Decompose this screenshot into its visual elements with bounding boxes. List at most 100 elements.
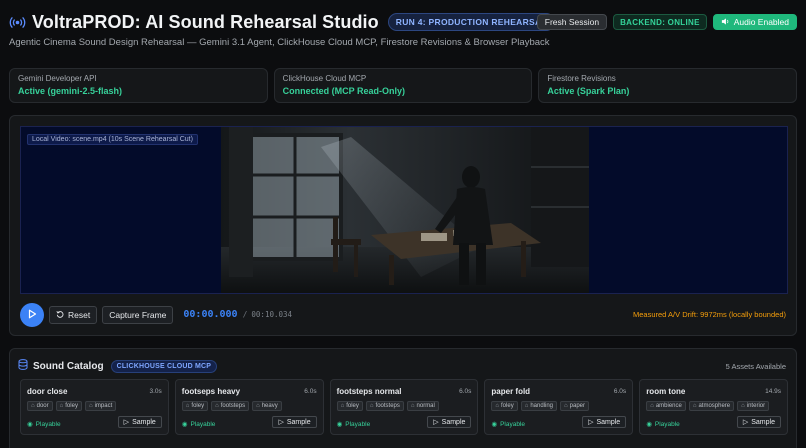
asset-duration: 14.9s <box>765 388 781 395</box>
play-icon: ▷ <box>278 419 284 426</box>
catalog-title: Sound Catalog <box>33 360 104 372</box>
status-card-gemini: Gemini Developer API Active (gemini-2.5-… <box>9 68 268 103</box>
asset-count: 5 Assets Available <box>725 361 786 371</box>
asset-tags: ⌂ foley ⌂ handling ⌂ paper <box>491 401 589 411</box>
asset-status: ◉ Playable <box>27 420 61 429</box>
tag-label: foley <box>191 403 205 409</box>
asset-name: footseps heavy <box>181 387 241 396</box>
tag: ⌂ atmosphere <box>688 401 735 411</box>
capture-frame-button[interactable]: Capture Frame <box>102 305 174 324</box>
status-value: Active (gemini-2.5-flash) <box>18 86 123 96</box>
asset-duration: 6.0s <box>613 388 627 395</box>
tag: ⌂ footsteps <box>211 401 250 411</box>
fresh-session-button[interactable]: Fresh Session <box>536 14 608 30</box>
tag: ⌂ impact <box>84 401 117 411</box>
backend-status-badge: BACKEND: ONLINE <box>613 14 707 30</box>
av-drift-readout: Measured A/V Drift: 9972ms (locally boun… <box>633 310 786 319</box>
check-circle-icon: ◉ <box>336 421 343 428</box>
tag: ⌂ paper <box>560 401 589 411</box>
tag-label: paper <box>569 403 585 409</box>
asset-tags: ⌂ foley ⌂ footsteps ⌂ normal <box>336 401 439 411</box>
tag-icon: ⌂ <box>524 403 529 409</box>
tag-icon: ⌂ <box>564 403 568 409</box>
tag: ⌂ foley <box>55 401 82 411</box>
tag-icon: ⌂ <box>741 403 745 409</box>
tag: ⌂ footsteps <box>365 401 404 411</box>
asset-card: door close 3.0s ⌂ door ⌂ foley ⌂ impact ◉ Pl… <box>20 379 169 435</box>
sample-label: Sample <box>441 418 466 426</box>
run-badge: RUN 4: PRODUCTION REHEARSAL <box>387 13 555 31</box>
asset-name: paper fold <box>491 387 531 396</box>
asset-card: paper fold 6.0s ⌂ foley ⌂ handling ⌂ paper … <box>484 379 634 435</box>
sample-button[interactable]: ▷ Sample <box>736 416 781 428</box>
play-icon <box>27 306 37 324</box>
tag-label: atmosphere <box>698 403 731 409</box>
sample-label: Sample <box>751 418 775 426</box>
tag: ⌂ heavy <box>252 401 282 411</box>
tag: ⌂ interior <box>737 401 770 411</box>
asset-duration: 6.0s <box>304 388 317 395</box>
asset-name: door close <box>27 387 68 396</box>
status-label: Gemini Developer API <box>18 74 97 83</box>
video-player-panel: Local Video: scene.mp4 (10s Scene Rehear… <box>9 115 797 336</box>
reset-button[interactable]: Reset <box>49 305 98 324</box>
tag-icon: ⌂ <box>31 403 35 409</box>
tag-icon: ⌂ <box>88 403 93 409</box>
tag-label: foley <box>346 403 359 409</box>
tag: ⌂ handling <box>520 401 558 411</box>
tag-icon: ⌂ <box>692 403 697 409</box>
asset-card: footseps heavy 6.0s ⌂ foley ⌂ footsteps ⌂ h… <box>174 379 324 435</box>
video-source-label: Local Video: scene.mp4 (10s Scene Rehear… <box>27 134 198 145</box>
audio-enabled-button[interactable]: Audio Enabled <box>712 14 797 30</box>
current-time: 00:00.000 <box>183 309 238 320</box>
check-circle-icon: ◉ <box>181 421 188 428</box>
asset-name: room tone <box>646 387 686 396</box>
asset-status-label: Playable <box>190 420 216 428</box>
asset-tags: ⌂ foley ⌂ footsteps ⌂ heavy <box>181 401 282 411</box>
tag: ⌂ foley <box>336 401 363 411</box>
asset-status-label: Playable <box>35 420 61 428</box>
asset-name: footsteps normal <box>336 387 402 396</box>
player-controls: Reset Capture Frame 00:00.000 / 00:10.03… <box>20 302 788 327</box>
sample-button[interactable]: ▷ Sample <box>117 416 162 428</box>
asset-status: ◉ Playable <box>336 420 371 429</box>
app-header: VoltraPROD: AI Sound Rehearsal Studio RU… <box>9 11 797 33</box>
video-viewport[interactable]: Local Video: scene.mp4 (10s Scene Rehear… <box>20 126 788 294</box>
tag-icon: ⌂ <box>340 403 345 409</box>
status-value: Connected (MCP Read-Only) <box>282 86 406 96</box>
broadcast-icon <box>9 14 26 31</box>
tag: ⌂ normal <box>406 401 439 411</box>
tag-label: interior <box>746 403 766 409</box>
header-actions: Fresh Session BACKEND: ONLINE Audio Enab… <box>536 14 797 30</box>
tag-label: footsteps <box>375 403 400 409</box>
tag-label: footsteps <box>220 403 246 409</box>
sample-button[interactable]: ▷ Sample <box>582 416 627 428</box>
asset-status: ◉ Playable <box>491 420 525 429</box>
reset-label: Reset <box>68 309 91 320</box>
tag-label: door <box>36 403 49 409</box>
catalog-source-badge: CLICKHOUSE CLOUD MCP <box>110 359 218 373</box>
tag: ⌂ foley <box>181 401 209 411</box>
audio-enabled-label: Audio Enabled <box>733 17 789 27</box>
play-icon: ▷ <box>123 419 130 426</box>
time-separator: / <box>242 310 248 319</box>
tag-icon: ⌂ <box>369 403 374 409</box>
database-icon <box>18 357 28 375</box>
video-frame <box>221 127 589 293</box>
tag-label: foley <box>65 403 78 409</box>
tag-icon: ⌂ <box>59 403 64 409</box>
asset-status: ◉ Playable <box>181 420 216 429</box>
play-button[interactable] <box>20 302 44 327</box>
sample-button[interactable]: ▷ Sample <box>427 416 472 428</box>
tag-label: impact <box>94 403 113 409</box>
tag-label: normal <box>416 403 435 409</box>
tag-icon: ⌂ <box>650 403 654 409</box>
sample-label: Sample <box>286 418 311 426</box>
reset-icon <box>56 310 64 320</box>
check-circle-icon: ◉ <box>27 421 33 428</box>
status-card-clickhouse: ClickHouse Cloud MCP Connected (MCP Read… <box>273 68 533 103</box>
tag-icon: ⌂ <box>185 403 190 409</box>
total-time: 00:10.034 <box>251 310 293 319</box>
sample-button[interactable]: ▷ Sample <box>272 416 317 428</box>
asset-duration: 6.0s <box>459 388 472 395</box>
